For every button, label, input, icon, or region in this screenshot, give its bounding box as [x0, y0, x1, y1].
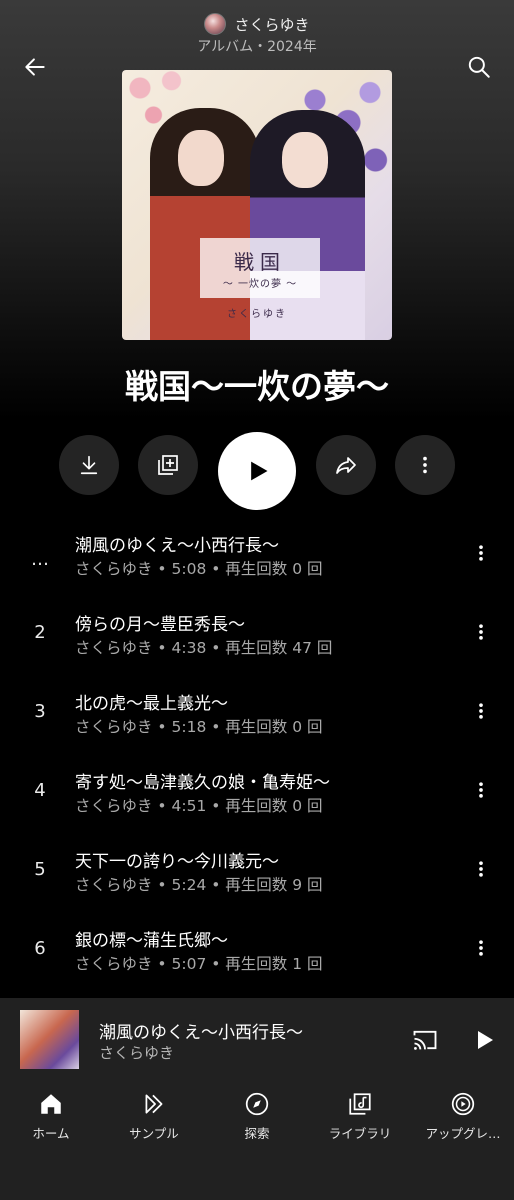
- album-subtitle: アルバム・2024年: [197, 39, 317, 55]
- library-add-icon: [158, 455, 178, 475]
- track-number: 4: [34, 780, 46, 801]
- home-icon: [37, 1090, 65, 1118]
- more-vert-icon: [423, 456, 427, 474]
- artist-avatar: [204, 13, 227, 35]
- track-title: 天下一の誇り〜今川義元〜: [75, 852, 279, 872]
- album-title: 戦国〜一炊の夢〜: [125, 367, 389, 406]
- nav-label: ホーム: [32, 1126, 70, 1141]
- play-icon: [251, 461, 268, 481]
- track-row[interactable]: 3 北の虎〜最上義光〜 さくらゆき • 5:18 • 再生回数 0 回: [0, 679, 514, 757]
- track-number: 5: [34, 859, 46, 880]
- more-vert-icon: [479, 703, 483, 719]
- more-options-button[interactable]: [395, 435, 455, 495]
- track-more-button[interactable]: [466, 849, 496, 889]
- track-meta: さくらゆき • 5:08 • 再生回数 0 回: [75, 560, 323, 578]
- arrow-left-icon: [25, 58, 45, 76]
- more-vert-icon: [479, 782, 483, 798]
- nav-item-samples[interactable]: サンプル: [103, 1090, 205, 1150]
- search-icon: [468, 56, 490, 78]
- track-title: 潮風のゆくえ〜小西行長〜: [75, 536, 279, 556]
- download-icon: [80, 455, 98, 475]
- nav-label: サンプル: [129, 1126, 179, 1141]
- artist-link[interactable]: さくらゆき: [0, 13, 514, 35]
- cover-title-box: 戦国 〜 一炊の夢 〜: [200, 238, 320, 298]
- track-row[interactable]: 6 銀の標〜蒲生氏郷〜 さくらゆき • 5:07 • 再生回数 1 回: [0, 916, 514, 994]
- track-more-button[interactable]: [466, 770, 496, 810]
- more-vert-icon: [479, 940, 483, 956]
- more-vert-icon: [479, 545, 483, 561]
- track-row[interactable]: 4 寄す処〜島津義久の娘・亀寿姫〜 さくらゆき • 4:51 • 再生回数 0 …: [0, 758, 514, 836]
- cover-title: 戦国: [234, 250, 286, 274]
- track-row[interactable]: 5 天下一の誇り〜今川義元〜 さくらゆき • 5:24 • 再生回数 9 回: [0, 837, 514, 915]
- share-icon: [336, 457, 356, 474]
- mini-player-title: 潮風のゆくえ〜小西行長〜: [99, 1023, 303, 1043]
- track-more-button[interactable]: [466, 612, 496, 652]
- cover-face-right: [282, 132, 328, 188]
- nav-item-library[interactable]: ライブラリ: [309, 1090, 411, 1150]
- track-more-button[interactable]: [466, 691, 496, 731]
- samples-icon: [140, 1090, 168, 1118]
- bottom-navigation: ホーム サンプル 探索 ライブラリ アップグレ…: [0, 1082, 514, 1200]
- download-button[interactable]: [59, 435, 119, 495]
- track-meta: さくらゆき • 5:18 • 再生回数 0 回: [75, 718, 323, 736]
- nav-item-explore[interactable]: 探索: [206, 1090, 308, 1150]
- more-vert-icon: [479, 861, 483, 877]
- library-icon: [346, 1090, 374, 1118]
- track-row[interactable]: 2 傍らの月〜豊臣秀長〜 さくらゆき • 4:38 • 再生回数 47 回: [0, 600, 514, 678]
- track-title: 銀の標〜蒲生氏郷〜: [75, 931, 228, 951]
- cover-artist: さくらゆき: [227, 309, 287, 320]
- nav-label: ライブラリ: [328, 1126, 392, 1141]
- upgrade-icon: [449, 1090, 477, 1118]
- track-number: …: [31, 549, 49, 570]
- cast-button[interactable]: [409, 1024, 441, 1056]
- track-number: 3: [34, 701, 46, 722]
- track-more-button[interactable]: [466, 928, 496, 968]
- cover-subtitle: 〜 一炊の夢 〜: [222, 279, 298, 290]
- explore-icon: [243, 1090, 271, 1118]
- track-meta: さくらゆき • 4:38 • 再生回数 47 回: [75, 639, 333, 657]
- save-to-library-button[interactable]: [138, 435, 198, 495]
- play-icon: [478, 1031, 493, 1049]
- mini-player-thumbnail: [20, 1010, 79, 1069]
- track-meta: さくらゆき • 4:51 • 再生回数 0 回: [75, 797, 323, 815]
- album-actions: [0, 432, 514, 510]
- cover-face-left: [178, 130, 224, 186]
- track-meta: さくらゆき • 5:24 • 再生回数 9 回: [75, 876, 323, 894]
- track-more-button[interactable]: [466, 533, 496, 573]
- nav-item-upgrade[interactable]: アップグレ…: [412, 1090, 514, 1150]
- mini-player[interactable]: 潮風のゆくえ〜小西行長〜 さくらゆき: [0, 998, 514, 1082]
- album-cover: 戦国 〜 一炊の夢 〜 さくらゆき: [122, 70, 392, 340]
- nav-label: アップグレ…: [425, 1126, 501, 1141]
- artist-name: さくらゆき: [234, 15, 310, 34]
- track-title: 北の虎〜最上義光〜: [75, 694, 228, 714]
- back-button[interactable]: [18, 50, 52, 84]
- cast-icon: [413, 1030, 437, 1050]
- share-button[interactable]: [316, 435, 376, 495]
- track-title: 寄す処〜島津義久の娘・亀寿姫〜: [75, 773, 330, 793]
- track-number: 2: [34, 622, 46, 643]
- track-title: 傍らの月〜豊臣秀長〜: [75, 615, 245, 635]
- track-meta: さくらゆき • 5:07 • 再生回数 1 回: [75, 955, 323, 973]
- nav-item-home[interactable]: ホーム: [0, 1090, 102, 1150]
- nav-label: 探索: [244, 1126, 270, 1141]
- mini-player-play-button[interactable]: [468, 1024, 500, 1056]
- track-number: 6: [34, 938, 46, 959]
- track-row[interactable]: … 潮風のゆくえ〜小西行長〜 さくらゆき • 5:08 • 再生回数 0 回: [0, 521, 514, 599]
- more-vert-icon: [479, 624, 483, 640]
- search-button[interactable]: [462, 50, 496, 84]
- mini-player-artist: さくらゆき: [99, 1044, 175, 1062]
- play-album-button[interactable]: [218, 432, 296, 510]
